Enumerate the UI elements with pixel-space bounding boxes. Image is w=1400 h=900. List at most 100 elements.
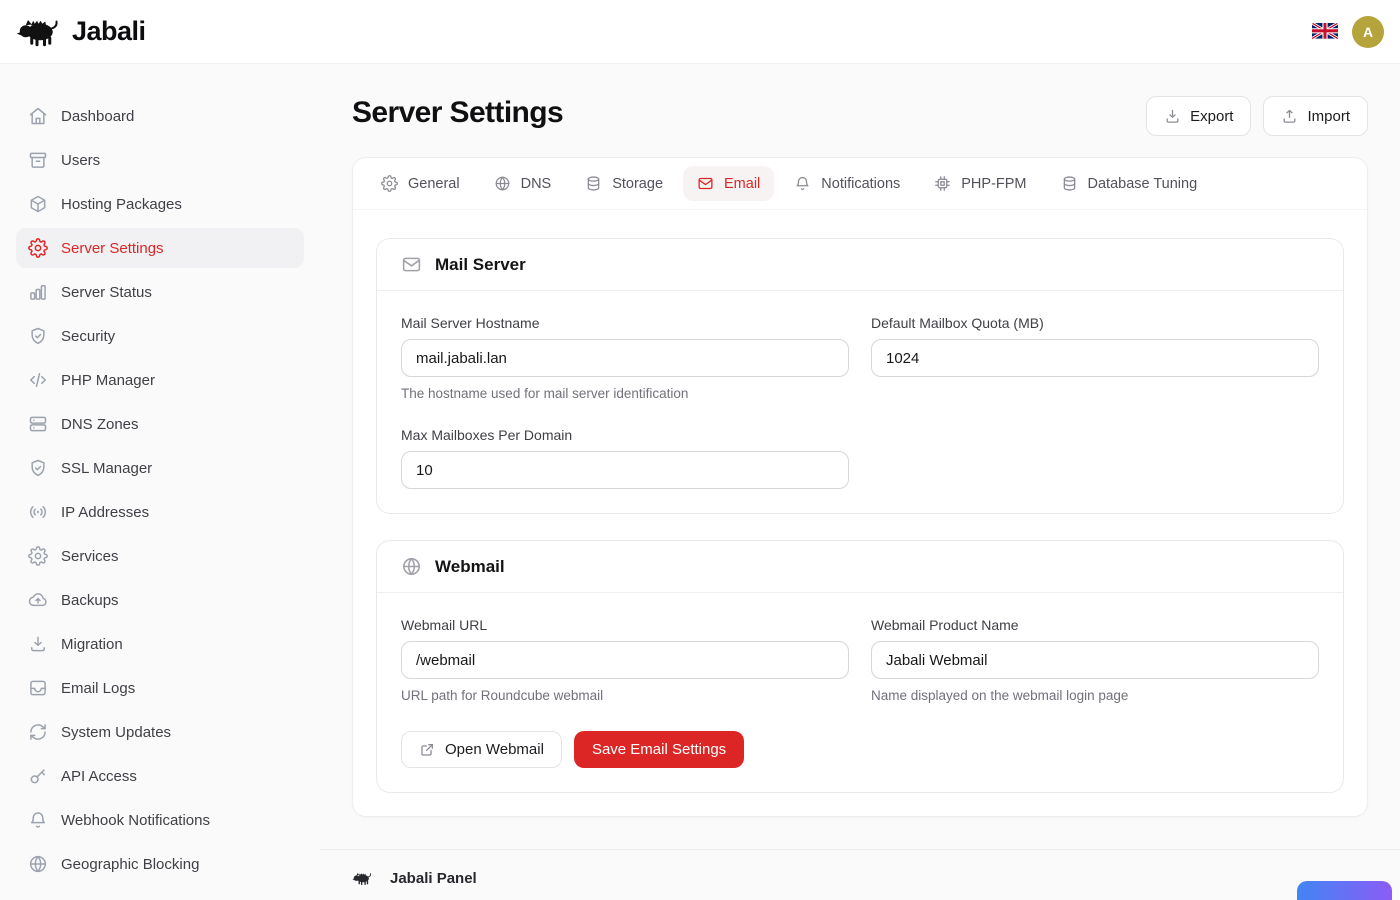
sidebar-item-system-updates[interactable]: System Updates (16, 712, 304, 752)
home-icon (28, 106, 48, 126)
tab-php-fpm[interactable]: PHP-FPM (920, 166, 1040, 201)
tab-label: PHP-FPM (961, 176, 1026, 192)
globe-icon (401, 556, 422, 577)
shield-check-icon (28, 458, 48, 478)
field-label: Webmail URL (401, 617, 849, 633)
external-link-icon (419, 741, 436, 758)
sidebar-item-services[interactable]: Services (16, 536, 304, 576)
field-label: Default Mailbox Quota (MB) (871, 315, 1319, 331)
max-mailboxes-input[interactable] (401, 451, 849, 489)
sidebar-item-webhook-notifications[interactable]: Webhook Notifications (16, 800, 304, 840)
field-help: URL path for Roundcube webmail (401, 688, 849, 703)
sidebar-item-dns-zones[interactable]: DNS Zones (16, 404, 304, 444)
settings-panel: General DNS Storage Email Notifications … (352, 157, 1368, 817)
sidebar-item-label: Hosting Packages (61, 196, 182, 213)
sidebar-item-geographic-blocking[interactable]: Geographic Blocking (16, 844, 304, 884)
sidebar-item-label: Geographic Blocking (61, 856, 199, 873)
sidebar-item-dashboard[interactable]: Dashboard (16, 96, 304, 136)
server-icon (28, 414, 48, 434)
sidebar-item-label: Email Logs (61, 680, 135, 697)
sidebar-item-label: PHP Manager (61, 372, 155, 389)
field-help: The hostname used for mail server identi… (401, 386, 849, 401)
tab-general[interactable]: General (367, 166, 474, 201)
tab-storage[interactable]: Storage (571, 166, 677, 201)
import-button[interactable]: Import (1263, 96, 1368, 136)
sidebar-item-ip-addresses[interactable]: IP Addresses (16, 492, 304, 532)
bar-chart-icon (28, 282, 48, 302)
sidebar-item-label: Server Status (61, 284, 152, 301)
field-mail-hostname: Mail Server Hostname The hostname used f… (401, 315, 849, 401)
sidebar-item-label: DNS Zones (61, 416, 139, 433)
key-icon (28, 766, 48, 786)
sidebar-item-users[interactable]: Users (16, 140, 304, 180)
gear-icon (381, 175, 398, 192)
sidebar-item-label: Backups (61, 592, 119, 609)
brand-name: Jabali (72, 16, 146, 47)
footer-brand: Jabali Panel (352, 870, 1368, 887)
sidebar-item-label: Services (61, 548, 119, 565)
sidebar-item-label: Migration (61, 636, 123, 653)
sidebar-item-php-manager[interactable]: PHP Manager (16, 360, 304, 400)
mail-icon (401, 254, 422, 275)
cpu-icon (934, 175, 951, 192)
broadcast-icon (28, 502, 48, 522)
sidebar-item-api-access[interactable]: API Access (16, 756, 304, 796)
open-webmail-button[interactable]: Open Webmail (401, 731, 562, 768)
export-button[interactable]: Export (1146, 96, 1251, 136)
webmail-url-input[interactable] (401, 641, 849, 679)
sidebar-item-hosting-packages[interactable]: Hosting Packages (16, 184, 304, 224)
database-icon (585, 175, 602, 192)
inbox-icon (28, 678, 48, 698)
shield-check-icon (28, 326, 48, 346)
sidebar-item-server-settings[interactable]: Server Settings (16, 228, 304, 268)
save-email-settings-button[interactable]: Save Email Settings (574, 731, 744, 768)
download-icon (28, 634, 48, 654)
tab-label: General (408, 176, 460, 192)
field-mailbox-quota: Default Mailbox Quota (MB) (871, 315, 1319, 401)
mail-server-card: Mail Server Mail Server Hostname The hos… (376, 238, 1344, 514)
mailbox-quota-input[interactable] (871, 339, 1319, 377)
webmail-product-name-input[interactable] (871, 641, 1319, 679)
tab-database-tuning[interactable]: Database Tuning (1047, 166, 1212, 201)
page-footer: Jabali Panel (320, 849, 1400, 887)
sidebar-item-label: SSL Manager (61, 460, 152, 477)
cloud-upload-icon (28, 590, 48, 610)
footer-gradient-action-button[interactable] (1297, 881, 1392, 900)
field-label: Max Mailboxes Per Domain (401, 427, 849, 443)
tab-label: Storage (612, 176, 663, 192)
package-icon (28, 194, 48, 214)
field-max-mailboxes: Max Mailboxes Per Domain (401, 427, 849, 489)
sidebar-item-server-status[interactable]: Server Status (16, 272, 304, 312)
jabali-boar-logo-icon (16, 16, 64, 48)
sidebar-item-label: System Updates (61, 724, 171, 741)
footer-brand-name: Jabali Panel (390, 870, 477, 887)
sidebar-item-backups[interactable]: Backups (16, 580, 304, 620)
field-help: Name displayed on the webmail login page (871, 688, 1319, 703)
jabali-boar-logo-icon (352, 871, 374, 886)
field-label: Webmail Product Name (871, 617, 1319, 633)
globe-icon (494, 175, 511, 192)
bell-icon (794, 175, 811, 192)
uk-flag-icon[interactable] (1312, 23, 1338, 40)
upload-tray-icon (1281, 108, 1298, 125)
page-title: Server Settings (352, 96, 563, 130)
import-label: Import (1307, 108, 1350, 125)
sidebar-item-migration[interactable]: Migration (16, 624, 304, 664)
sidebar-item-label: IP Addresses (61, 504, 149, 521)
tab-email[interactable]: Email (683, 166, 774, 201)
export-label: Export (1190, 108, 1233, 125)
field-webmail-url: Webmail URL URL path for Roundcube webma… (401, 617, 849, 703)
sidebar-item-security[interactable]: Security (16, 316, 304, 356)
tab-notifications[interactable]: Notifications (780, 166, 914, 201)
sidebar-item-label: Webhook Notifications (61, 812, 210, 829)
download-tray-icon (1164, 108, 1181, 125)
open-webmail-label: Open Webmail (445, 741, 544, 758)
tab-dns[interactable]: DNS (480, 166, 566, 201)
user-avatar[interactable]: A (1352, 16, 1384, 48)
gear-icon (28, 546, 48, 566)
tab-label: DNS (521, 176, 552, 192)
sidebar-item-email-logs[interactable]: Email Logs (16, 668, 304, 708)
mail-hostname-input[interactable] (401, 339, 849, 377)
database-icon (1061, 175, 1078, 192)
sidebar-item-ssl-manager[interactable]: SSL Manager (16, 448, 304, 488)
